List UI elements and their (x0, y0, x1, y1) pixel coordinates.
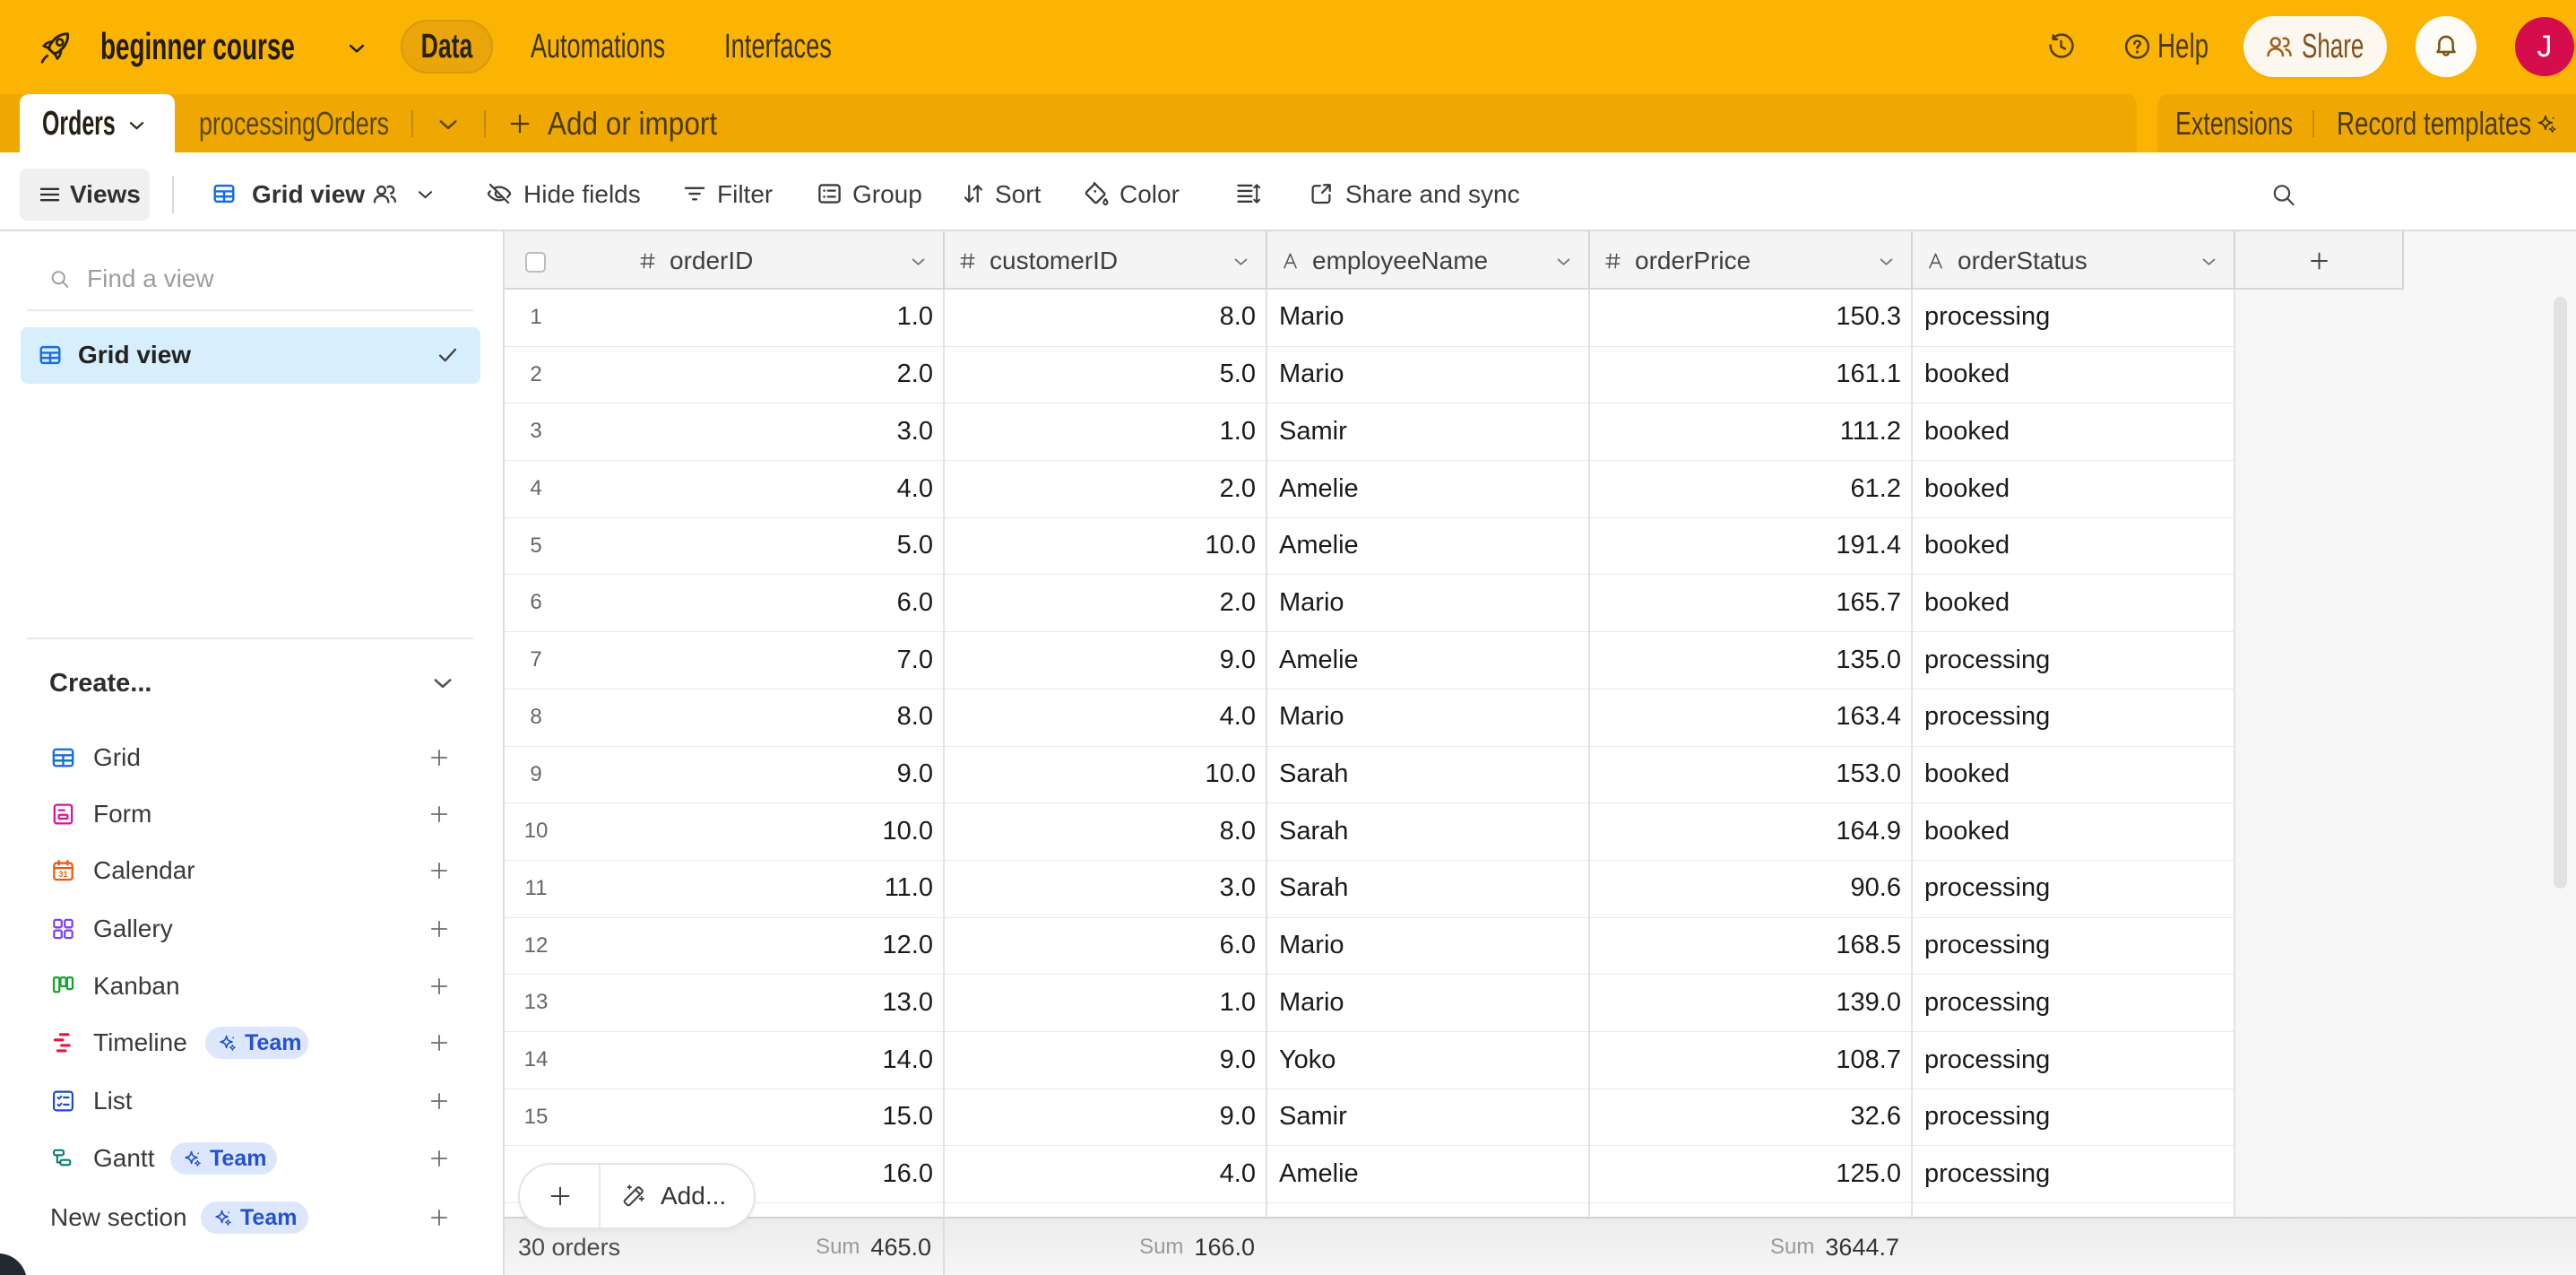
svg-text:31: 31 (59, 870, 68, 879)
